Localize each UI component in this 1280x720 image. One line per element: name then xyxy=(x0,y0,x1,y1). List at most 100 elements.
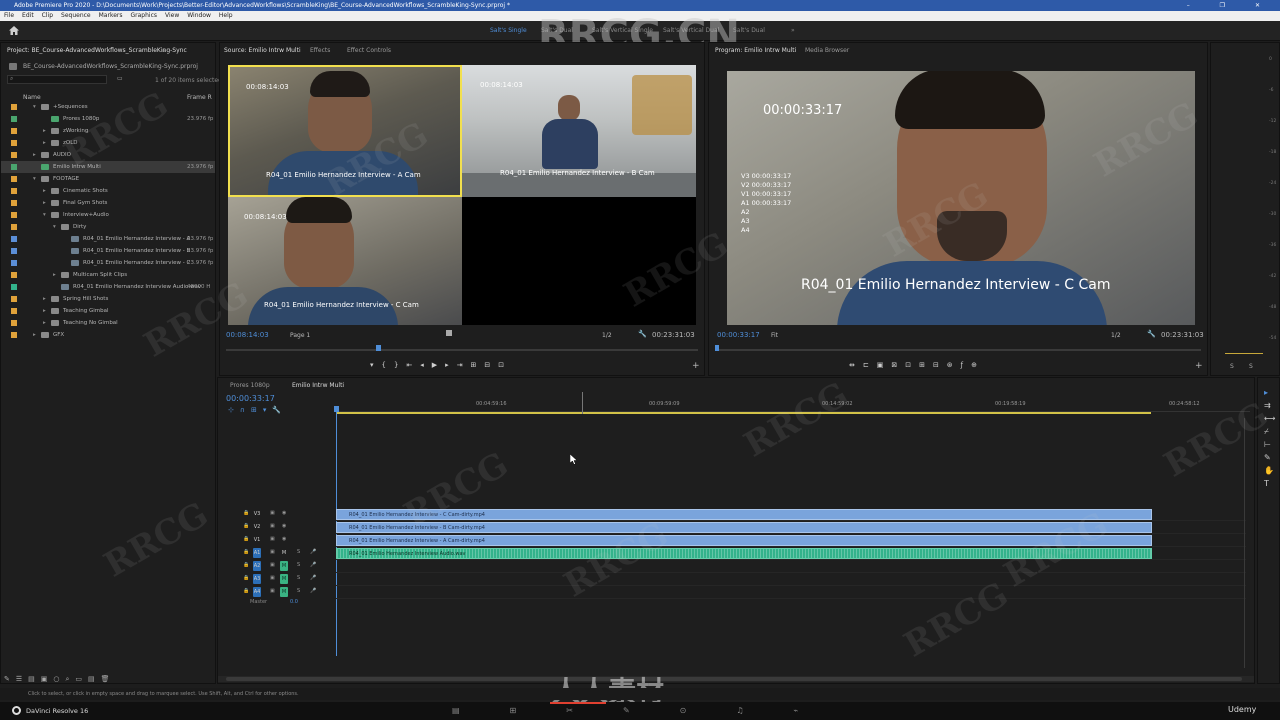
disclosure-arrow-icon[interactable]: ▸ xyxy=(33,329,36,341)
type-tool-icon[interactable]: T xyxy=(1264,477,1275,490)
disclosure-arrow-icon[interactable]: ▸ xyxy=(53,269,56,281)
project-bottom-toolbar[interactable]: ✎☰▤▣○⌕▭▤🗑 xyxy=(4,675,116,684)
track-name-a2[interactable]: A2 xyxy=(253,561,261,571)
tab-program[interactable]: Program: Emilio Intrw Multi xyxy=(715,47,796,54)
menu-clip[interactable]: Clip xyxy=(42,12,53,19)
menu-view[interactable]: View xyxy=(165,12,179,19)
razor-tool-icon[interactable]: ⌿ xyxy=(1264,425,1275,438)
disclosure-arrow-icon[interactable]: ▸ xyxy=(33,149,36,161)
track-select-tool-icon[interactable]: ⇉ xyxy=(1264,399,1275,412)
track-solo-button[interactable]: S xyxy=(297,575,300,581)
project-item[interactable]: ▾ Dirty xyxy=(1,221,215,233)
label-color-swatch[interactable] xyxy=(11,260,17,266)
menu-edit[interactable]: Edit xyxy=(22,12,34,19)
program-transport-controls[interactable]: ⇹⊏▣⊠⊡⊞⊟⊛ƒ⊕ xyxy=(849,361,985,369)
label-color-swatch[interactable] xyxy=(11,332,17,338)
disclosure-arrow-icon[interactable]: ▾ xyxy=(33,101,36,113)
project-item[interactable]: R04_01 Emilio Hernandez Interview - C 23.… xyxy=(1,257,215,269)
davinci-resolve-icon[interactable] xyxy=(12,706,21,715)
disclosure-arrow-icon[interactable]: ▾ xyxy=(33,173,36,185)
label-color-swatch[interactable] xyxy=(11,200,17,206)
source-add-button[interactable]: + xyxy=(692,361,700,371)
project-item[interactable]: ▸ Multicam Split Clips xyxy=(1,269,215,281)
track-mute-button[interactable]: M xyxy=(280,548,288,558)
track-solo-button[interactable]: S xyxy=(297,562,300,568)
label-color-swatch[interactable] xyxy=(11,308,17,314)
track-voiceover-icon[interactable]: 🎤 xyxy=(310,575,316,581)
new-bin-icon[interactable]: ▭ xyxy=(117,75,123,82)
menu-markers[interactable]: Markers xyxy=(99,12,123,19)
program-fit-select[interactable]: Fit xyxy=(771,332,778,339)
track-sync-lock-icon[interactable]: ▣ xyxy=(270,549,275,555)
disclosure-arrow-icon[interactable]: ▸ xyxy=(43,125,46,137)
label-color-swatch[interactable] xyxy=(11,188,17,194)
work-area-bar[interactable] xyxy=(336,412,1151,414)
label-color-swatch[interactable] xyxy=(11,212,17,218)
project-tab[interactable]: Project: BE_Course-AdvancedWorkflows_Scr… xyxy=(7,47,187,54)
track-name-v1[interactable]: V1 xyxy=(253,535,261,545)
label-color-swatch[interactable] xyxy=(11,296,17,302)
project-item[interactable]: R04_01 Emilio Hernandez Interview Audio.… xyxy=(1,281,215,293)
pen-tool-icon[interactable]: ✎ xyxy=(1264,451,1275,464)
project-item[interactable]: ▸ zOLD xyxy=(1,137,215,149)
workspace-more[interactable]: » xyxy=(791,27,795,34)
project-item[interactable]: ▸ Teaching Gimbal xyxy=(1,305,215,317)
disclosure-arrow-icon[interactable]: ▸ xyxy=(43,185,46,197)
home-icon[interactable] xyxy=(9,26,19,35)
tab-effects[interactable]: Effects xyxy=(310,47,330,54)
multicam-angle-c[interactable]: 00:08:14:03 R04_01 Emilio Hernandez Inte… xyxy=(228,197,462,325)
program-video[interactable]: 00:00:33:17 V3 00:00:33:17 V2 00:00:33:1… xyxy=(727,71,1195,325)
timeline-tool-toggles[interactable]: ⊹∩⊞▾🔧 xyxy=(228,406,287,414)
slip-tool-icon[interactable]: ⊢ xyxy=(1264,438,1275,451)
program-wrench-icon[interactable]: 🔧 xyxy=(1147,330,1156,338)
timeline-tab-prores[interactable]: Prores 1080p xyxy=(230,382,270,389)
settings-square-icon[interactable] xyxy=(446,330,452,336)
disclosure-arrow-icon[interactable]: ▾ xyxy=(53,221,56,233)
project-item[interactable]: ▾ FOOTAGE xyxy=(1,173,215,185)
project-item[interactable]: R04_01 Emilio Hernandez Interview - B 23.… xyxy=(1,245,215,257)
label-color-swatch[interactable] xyxy=(11,248,17,254)
label-color-swatch[interactable] xyxy=(11,104,17,110)
project-item[interactable]: ▾ Interview+Audio xyxy=(1,209,215,221)
track-solo-button[interactable]: S xyxy=(297,549,300,555)
meter-solo-right[interactable]: S xyxy=(1249,363,1253,370)
meter-solo-left[interactable]: S xyxy=(1230,363,1234,370)
workspace-salts-single[interactable]: Salt's Single xyxy=(490,27,527,34)
source-page-select[interactable]: Page 1 xyxy=(290,332,310,339)
video-clip[interactable]: R04_01 Emilio Hernandez Interview - B Ca… xyxy=(336,522,1152,533)
project-item[interactable]: ▸ Spring Hill Shots xyxy=(1,293,215,305)
track-voiceover-icon[interactable]: 🎤 xyxy=(310,562,316,568)
label-color-swatch[interactable] xyxy=(11,224,17,230)
disclosure-arrow-icon[interactable]: ▾ xyxy=(43,209,46,221)
track-lock-icon[interactable]: 🔒 xyxy=(243,510,249,516)
project-item[interactable]: R04_01 Emilio Hernandez Interview - A 23.… xyxy=(1,233,215,245)
timeline-ruler[interactable]: 00:04:59:16 00:09:59:09 00:14:59:02 00:1… xyxy=(336,398,1250,412)
disclosure-arrow-icon[interactable]: ▸ xyxy=(43,293,46,305)
project-item[interactable]: ▾ +Sequences xyxy=(1,101,215,113)
label-color-swatch[interactable] xyxy=(11,284,17,290)
timeline-vertical-scrollbar[interactable] xyxy=(1242,418,1248,668)
tab-effect-controls[interactable]: Effect Controls xyxy=(347,47,391,54)
source-timecode[interactable]: 00:08:14:03 xyxy=(226,331,269,339)
label-color-swatch[interactable] xyxy=(11,116,17,122)
project-item[interactable]: ▸ GFX xyxy=(1,329,215,341)
track-solo-button[interactable]: S xyxy=(297,588,300,594)
source-resolution-select[interactable]: 1/2 xyxy=(602,332,612,339)
timeline-tab-emilio[interactable]: Emilio Intrw Multi xyxy=(292,382,344,389)
label-color-swatch[interactable] xyxy=(11,236,17,242)
track-lock-icon[interactable]: 🔒 xyxy=(243,536,249,542)
program-add-button[interactable]: + xyxy=(1195,361,1203,371)
menu-sequence[interactable]: Sequence xyxy=(61,12,91,19)
timeline-playhead-handle[interactable] xyxy=(334,406,339,412)
project-item[interactable]: ▸ Final Gym Shots xyxy=(1,197,215,209)
track-name-v3[interactable]: V3 xyxy=(253,509,261,519)
track-name-v2[interactable]: V2 xyxy=(253,522,261,532)
track-lock-icon[interactable]: 🔒 xyxy=(243,562,249,568)
source-scrub-bar[interactable] xyxy=(226,349,698,351)
label-color-swatch[interactable] xyxy=(11,128,17,134)
master-value[interactable]: 0.0 xyxy=(290,599,298,605)
track-visibility-icon[interactable]: ◉ xyxy=(282,536,286,542)
tab-source[interactable]: Source: Emilio Intrw Multi xyxy=(224,47,301,54)
track-sync-lock-icon[interactable]: ▣ xyxy=(270,562,275,568)
track-mute-button[interactable]: M xyxy=(280,574,288,584)
